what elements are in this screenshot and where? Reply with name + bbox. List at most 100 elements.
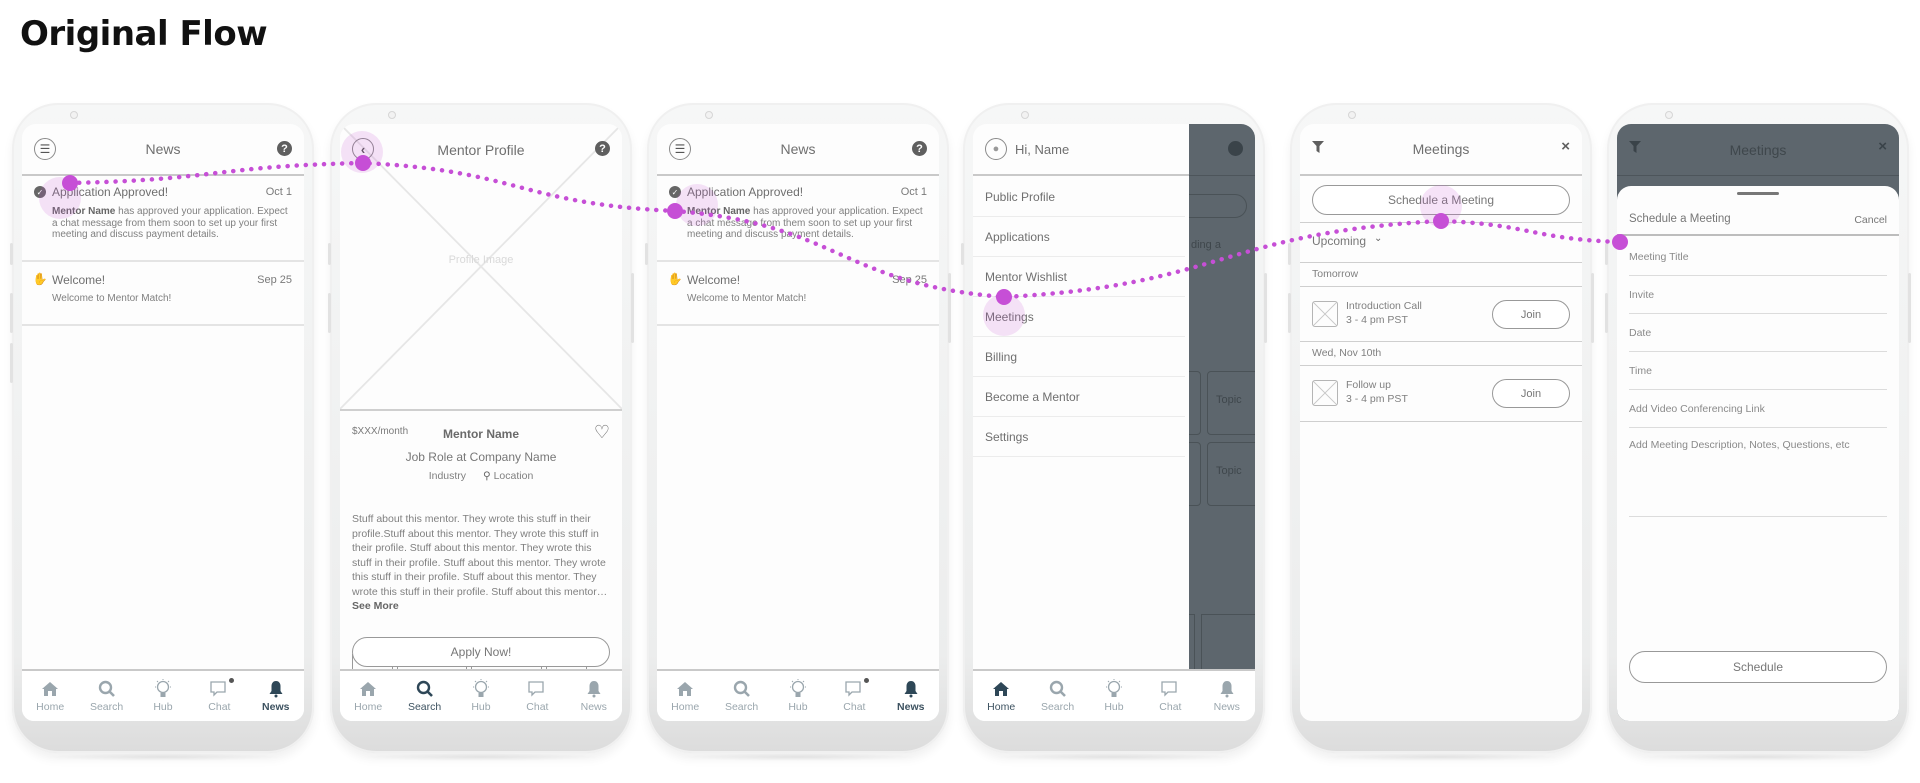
menu-item-become-a-mentor[interactable]: Become a Mentor — [973, 377, 1185, 417]
side-button — [10, 343, 13, 383]
nav-search[interactable]: Search — [82, 679, 132, 713]
phone-schedule-sheet: Meetings × Schedule a Meeting Cancel Mee… — [1605, 103, 1911, 761]
description-field[interactable]: Add Meeting Description, Notes, Question… — [1629, 428, 1887, 517]
favorite-heart-icon[interactable]: ♡ — [594, 422, 610, 443]
location-pin-icon: ⚲ — [482, 470, 491, 482]
help-icon[interactable]: ? — [595, 141, 610, 156]
news-item[interactable]: ✋ Welcome! Sep 25 Welcome to Mentor Matc… — [22, 262, 304, 326]
lightbulb-icon — [471, 679, 491, 699]
back-icon[interactable]: ‹ — [352, 138, 374, 160]
bell-icon — [268, 679, 284, 699]
greeting: Hi, Name — [1015, 142, 1070, 157]
nav-chat[interactable]: Chat — [829, 678, 879, 713]
filter-dropdown[interactable]: Upcoming — [1312, 234, 1366, 248]
menu-icon[interactable]: ☰ — [34, 138, 56, 160]
apply-now-button[interactable]: Apply Now! — [352, 637, 610, 667]
help-icon[interactable]: ? — [912, 141, 927, 156]
filter-row[interactable]: Upcoming ⌄ — [1300, 223, 1582, 263]
location: Location — [493, 470, 534, 482]
schedule-button[interactable]: Schedule — [1629, 651, 1887, 683]
nav-chat[interactable]: Chat — [1145, 679, 1195, 713]
dimmed-header: Meetings × — [1617, 124, 1899, 176]
chat-bubble-icon — [527, 679, 547, 699]
screen: ☰ News ? ✓ Application Approved! Oct 1 M… — [22, 124, 304, 721]
filter-icon[interactable] — [1312, 140, 1324, 156]
date-field[interactable]: Date — [1629, 314, 1887, 352]
nav-search[interactable]: Search — [1033, 679, 1083, 713]
lightbulb-icon — [788, 679, 808, 699]
meeting-item: Introduction Call 3 - 4 pm PST Join — [1300, 287, 1582, 342]
chat-bubble-icon — [1160, 679, 1180, 699]
see-more-link[interactable]: See More — [352, 600, 399, 612]
time-field[interactable]: Time — [1629, 352, 1887, 390]
news-item-date: Sep 25 — [892, 274, 927, 286]
bottom-sheet: Schedule a Meeting Cancel Meeting Title … — [1617, 186, 1899, 721]
header-title: Meetings — [1729, 141, 1787, 158]
meta-row: Industry ⚲ Location — [340, 470, 622, 482]
nav-hub[interactable]: Hub — [456, 679, 506, 713]
header: Meetings × — [1300, 124, 1582, 176]
background-text: ding a — [1191, 239, 1221, 251]
camera-dot — [388, 111, 396, 119]
nav-home[interactable]: Home — [660, 679, 710, 713]
phone-meetings: Meetings × Schedule a Meeting Upcoming ⌄… — [1288, 103, 1594, 761]
nav-news[interactable]: News — [569, 679, 619, 713]
nav-news[interactable]: News — [886, 679, 936, 713]
nav-home[interactable]: Home — [343, 679, 393, 713]
nav-search[interactable]: Search — [717, 679, 767, 713]
lightbulb-icon — [153, 679, 173, 699]
close-icon[interactable]: × — [1561, 138, 1570, 155]
help-icon — [1228, 141, 1243, 156]
bottom-nav: Home Search Hub Chat News — [657, 669, 939, 721]
nav-chat[interactable]: Chat — [512, 679, 562, 713]
menu-icon[interactable]: ☰ — [669, 138, 691, 160]
news-item-body: Welcome to Mentor Match! — [687, 293, 807, 304]
nav-hub[interactable]: Hub — [1089, 679, 1139, 713]
camera-dot — [70, 111, 78, 119]
meeting-thumbnail — [1312, 301, 1338, 327]
lightbulb-icon — [1104, 679, 1124, 699]
cancel-button[interactable]: Cancel — [1854, 214, 1887, 226]
help-icon[interactable]: ? — [277, 141, 292, 156]
dim-overlay[interactable]: ding a Topic Topic — [1169, 124, 1255, 674]
meeting-item: Follow up 3 - 4 pm PST Join — [1300, 366, 1582, 422]
join-button[interactable]: Join — [1492, 379, 1570, 408]
menu-item-meetings[interactable]: Meetings — [973, 297, 1185, 337]
nav-news[interactable]: News — [1202, 679, 1252, 713]
menu-item-settings[interactable]: Settings — [973, 417, 1185, 457]
news-item[interactable]: ✓ Application Approved! Oct 1 Mentor Nam… — [657, 176, 939, 262]
side-button — [631, 273, 634, 343]
invite-field[interactable]: Invite — [1629, 276, 1887, 314]
news-item[interactable]: ✓ Application Approved! Oct 1 Mentor Nam… — [22, 176, 304, 262]
menu-item-public-profile[interactable]: Public Profile — [973, 177, 1185, 217]
search-icon — [98, 679, 116, 699]
join-button[interactable]: Join — [1492, 300, 1570, 329]
nav-hub[interactable]: Hub — [773, 679, 823, 713]
nav-chat[interactable]: Chat — [194, 678, 244, 713]
screen: ☰ News ? ✓ Application Approved! Oct 1 M… — [657, 124, 939, 721]
drag-handle[interactable] — [1737, 192, 1779, 195]
news-item[interactable]: ✋ Welcome! Sep 25 Welcome to Mentor Matc… — [657, 262, 939, 326]
nav-hub[interactable]: Hub — [138, 679, 188, 713]
menu-item-applications[interactable]: Applications — [973, 217, 1185, 257]
nav-news[interactable]: News — [251, 679, 301, 713]
side-button — [328, 243, 331, 265]
bell-icon — [903, 679, 919, 699]
camera-dot — [705, 111, 713, 119]
nav-home[interactable]: Home — [25, 679, 75, 713]
nav-search[interactable]: Search — [400, 679, 450, 713]
avatar-icon[interactable]: ● — [985, 138, 1007, 160]
side-button — [328, 293, 331, 333]
video-link-field[interactable]: Add Video Conferencing Link — [1629, 390, 1887, 428]
schedule-meeting-button[interactable]: Schedule a Meeting — [1312, 185, 1570, 215]
sheet-title: Schedule a Meeting — [1629, 213, 1731, 225]
side-button — [1288, 293, 1291, 333]
meeting-title-field[interactable]: Meeting Title — [1629, 238, 1887, 276]
news-item-body: Mentor Name has approved your applicatio… — [687, 206, 923, 240]
waving-hand-icon: ✋ — [32, 272, 48, 286]
bottom-nav: Home Search Hub Chat News — [22, 669, 304, 721]
header: ☰ News ? — [22, 124, 304, 176]
menu-item-billing[interactable]: Billing — [973, 337, 1185, 377]
menu-item-mentor-wishlist[interactable]: Mentor Wishlist — [973, 257, 1185, 297]
nav-home[interactable]: Home — [976, 679, 1026, 713]
